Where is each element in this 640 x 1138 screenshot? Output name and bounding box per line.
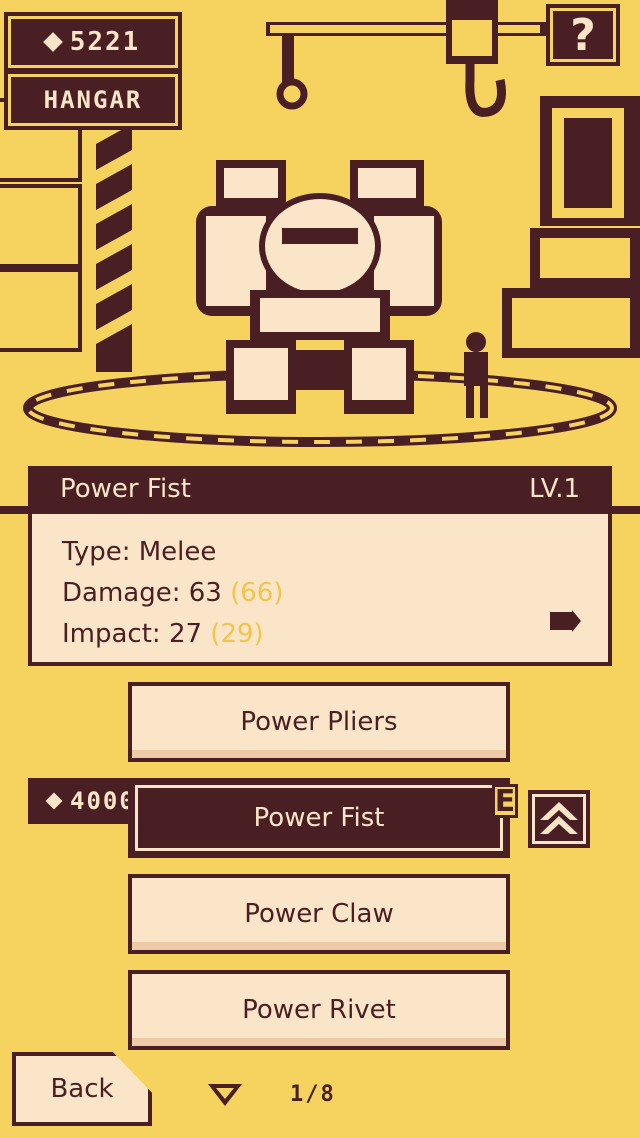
- coin-amount: 5221: [69, 27, 141, 57]
- stat-type: Type: Melee: [62, 537, 217, 567]
- stat-damage-label: Damage: 63: [62, 578, 222, 608]
- help-button[interactable]: ?: [546, 4, 620, 66]
- hangar-door-left: [0, 98, 82, 352]
- panel-stats: Type: Melee Damage: 63 (66) Impact: 27 (…: [28, 514, 612, 666]
- weapon-button-power-pliers[interactable]: Power Pliers: [128, 682, 510, 762]
- upgrade-button[interactable]: [528, 790, 590, 848]
- price-amount: 4000: [70, 787, 136, 815]
- pilot-figure: [464, 332, 488, 418]
- chain-left: [0, 506, 28, 514]
- help-icon: ?: [570, 9, 596, 61]
- weapon-level: LV.1: [529, 474, 580, 504]
- location-label: HANGAR: [43, 86, 143, 114]
- equipped-badge: E: [492, 784, 518, 819]
- coin-counter: 5221: [4, 12, 182, 72]
- stat-impact-label: Impact: 27: [62, 619, 203, 649]
- chain-right: [612, 506, 640, 514]
- panel-header: Power Fist LV.1: [28, 466, 612, 514]
- scroll-down-icon[interactable]: [206, 1082, 244, 1110]
- weapon-button-power-fist[interactable]: Power Fist: [128, 778, 510, 858]
- page-indicator: 1/8: [290, 1082, 336, 1107]
- weapon-button-power-claw[interactable]: Power Claw: [128, 874, 510, 954]
- stat-impact: Impact: 27 (29): [62, 614, 578, 655]
- coin-icon: [42, 32, 63, 52]
- weapon-button-label: Power Fist: [253, 803, 385, 833]
- weapon-button-power-rivet[interactable]: Power Rivet: [128, 970, 510, 1050]
- play-arrow-icon[interactable]: [550, 610, 581, 632]
- back-button-label: Back: [50, 1074, 114, 1104]
- weapon-name: Power Fist: [60, 474, 191, 504]
- stat-damage-next: (66): [230, 578, 284, 608]
- back-button[interactable]: Back: [12, 1052, 152, 1126]
- weapon-button-label: Power Claw: [244, 899, 394, 929]
- coin-icon: [45, 792, 63, 810]
- weapon-button-label: Power Pliers: [240, 707, 398, 737]
- mech-robot: [196, 160, 442, 414]
- weapon-button-label: Power Rivet: [242, 995, 396, 1025]
- stat-damage: Damage: 63 (66): [62, 573, 578, 614]
- weapon-info-panel: Power Fist LV.1 Type: Melee Damage: 63 (…: [28, 466, 612, 666]
- location-label-box: HANGAR: [4, 70, 182, 130]
- double-chevron-up-icon: [540, 802, 578, 834]
- stat-impact-next: (29): [210, 619, 264, 649]
